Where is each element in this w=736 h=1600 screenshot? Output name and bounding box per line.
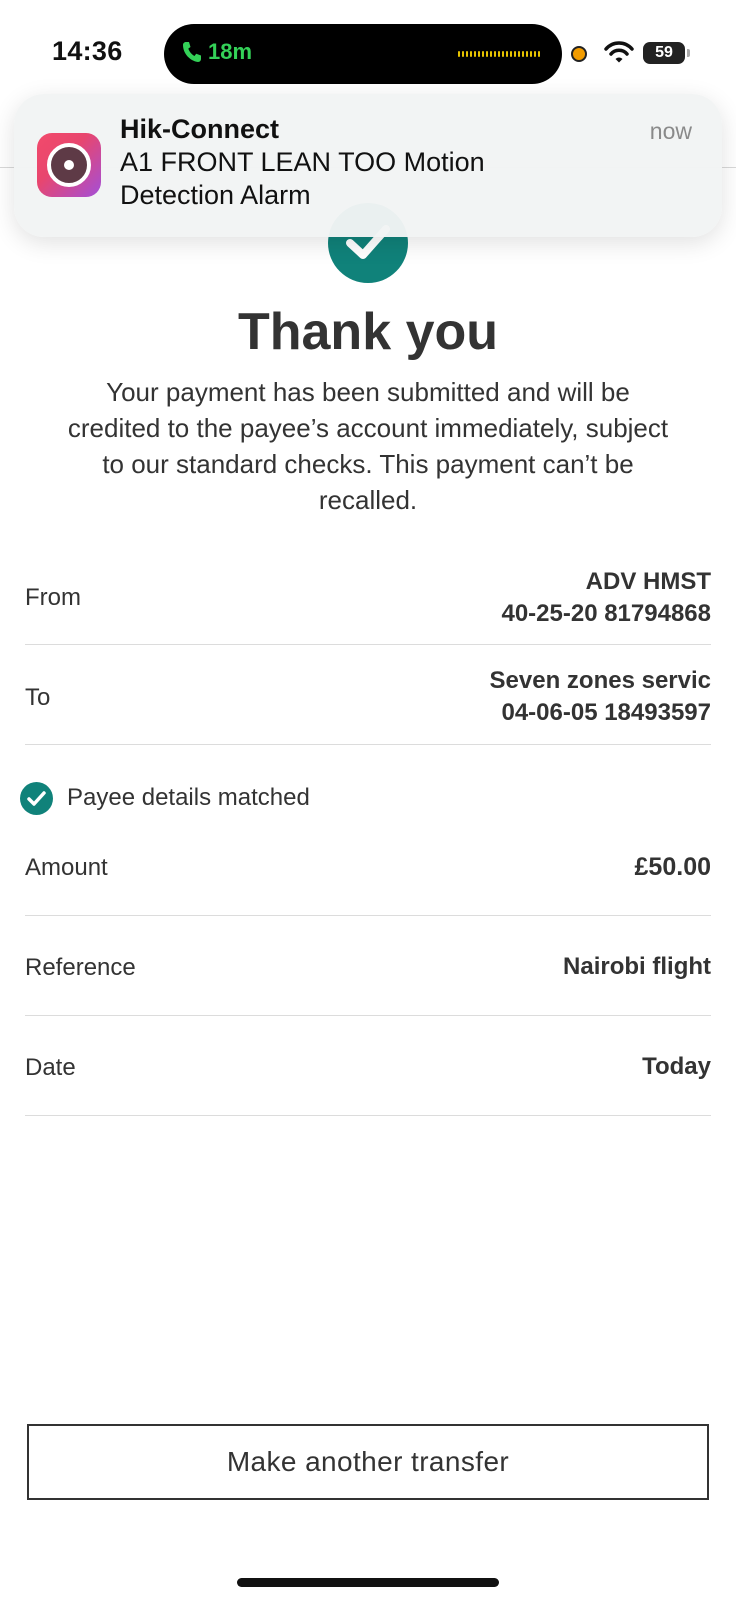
payee-match-status: Payee details matched — [20, 781, 310, 815]
dynamic-island[interactable]: 18m — [164, 24, 562, 84]
hik-connect-app-icon — [37, 133, 101, 197]
phone-icon — [183, 42, 201, 62]
from-row: From ADV HMST 40-25-20 81794868 — [25, 555, 711, 645]
from-label: From — [25, 584, 81, 611]
audio-waveform-icon — [458, 51, 540, 57]
notification-message: A1 FRONT LEAN TOO Motion Detection Alarm — [120, 147, 485, 210]
notification-banner[interactable]: Hik-Connect now A1 FRONT LEAN TOO Motion… — [14, 94, 722, 237]
notification-app-name: Hik-Connect — [120, 114, 280, 144]
date-label: Date — [25, 1054, 76, 1081]
wifi-icon — [604, 41, 634, 63]
status-time: 14:36 — [52, 36, 123, 66]
call-indicator[interactable]: 18m — [182, 39, 252, 65]
amount-row: Amount £50.00 — [25, 830, 711, 916]
make-another-transfer-button[interactable]: Make another transfer — [27, 1424, 709, 1500]
notification-time: now — [649, 118, 692, 144]
amount-value: £50.00 — [634, 853, 711, 881]
to-value: Seven zones servic 04-06-05 18493597 — [490, 665, 711, 729]
to-label: To — [25, 684, 51, 711]
reference-value: Nairobi flight — [563, 953, 711, 980]
from-account-name: ADV HMST — [585, 568, 711, 595]
home-indicator[interactable] — [237, 1578, 499, 1587]
reference-row: Reference Nairobi flight — [25, 916, 711, 1016]
to-payee-name: Seven zones servic — [489, 667, 711, 694]
to-account-number: 04-06-05 18493597 — [501, 699, 711, 726]
reference-label: Reference — [25, 954, 136, 981]
confirmation-message: Your payment has been submitted and will… — [67, 377, 669, 515]
amount-label: Amount — [25, 854, 108, 881]
to-row: To Seven zones servic 04-06-05 18493597 — [25, 645, 711, 745]
from-account-number: 40-25-20 81794868 — [501, 600, 711, 627]
payee-match-text: Payee details matched — [67, 784, 310, 811]
date-value: Today — [642, 1053, 711, 1080]
page-title: Thank you — [237, 303, 499, 361]
recording-indicator-icon — [571, 46, 587, 62]
battery-icon: 59 — [643, 42, 690, 64]
call-duration: 18m — [208, 39, 253, 64]
date-row: Date Today — [25, 1016, 711, 1116]
from-value: ADV HMST 40-25-20 81794868 — [501, 566, 711, 630]
check-circle-icon — [20, 781, 53, 815]
